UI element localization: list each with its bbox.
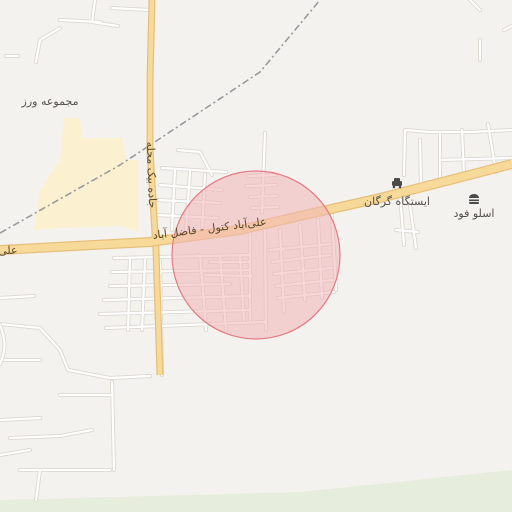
district-label: مجموعه ورز xyxy=(21,95,79,108)
burger-icon[interactable] xyxy=(469,194,479,204)
industrial-area xyxy=(34,118,138,232)
restaurant-label[interactable]: اسلو فود xyxy=(454,207,495,220)
map-canvas[interactable]: علی‌آباد کتول - فاضل آباد علی جاده بیک م… xyxy=(0,0,512,512)
gas-station-label[interactable]: ایستگاه گرگان xyxy=(364,195,430,208)
main-road-left-label: علی xyxy=(0,244,18,258)
highlight-circle[interactable] xyxy=(171,170,341,340)
map-layer[interactable]: علی‌آباد کتول - فاضل آباد علی جاده بیک م… xyxy=(0,0,512,512)
car-icon[interactable] xyxy=(392,178,402,189)
park-area xyxy=(0,470,512,512)
side-road-label: جاده بیک محله xyxy=(144,141,159,208)
